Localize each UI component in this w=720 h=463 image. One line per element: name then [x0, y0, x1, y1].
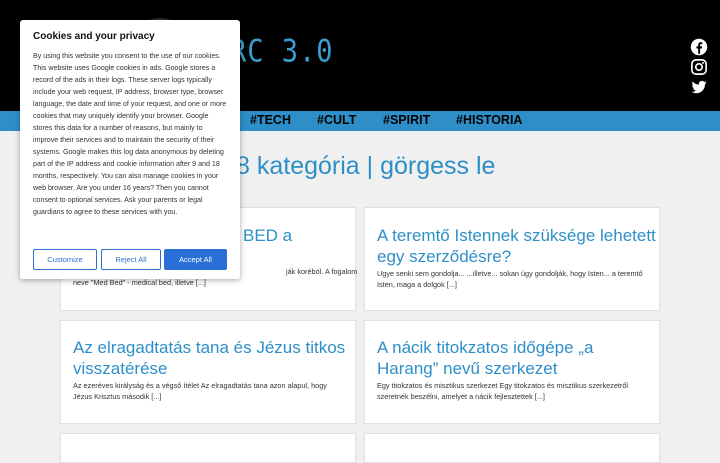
- post-excerpt: Ugye senki sem gondolja... ...illetve...…: [377, 269, 643, 289]
- post-excerpt: ják koréból. A fogalom: [286, 267, 358, 276]
- cookie-title: Cookies and your privacy: [33, 31, 155, 42]
- post-card[interactable]: A teremtő Istennek szüksége lehetett egy…: [364, 207, 660, 311]
- post-title[interactable]: Az elragadtatás tana és Jézus titkos vis…: [73, 337, 355, 379]
- post-card[interactable]: A nácik titokzatos időgépe „a Harang” ne…: [364, 320, 660, 424]
- post-title[interactable]: A nácik titokzatos időgépe „a Harang” ne…: [377, 337, 659, 379]
- post-card[interactable]: [60, 433, 356, 463]
- page-heading: 8 kategória | görgess le: [236, 152, 496, 180]
- cookie-consent-dialog: Cookies and your privacy By using this w…: [20, 20, 240, 279]
- twitter-icon[interactable]: [690, 78, 708, 96]
- post-excerpt: Az ezeréves királyság és a végső ítélet …: [73, 381, 327, 401]
- post-excerpt: Egy titokzatos és misztikus szerkezet Eg…: [377, 381, 629, 401]
- nav-item-spirit[interactable]: #SPIRIT: [383, 113, 430, 127]
- post-title[interactable]: BED a: [243, 225, 292, 246]
- cookie-description: By using this website you consent to the…: [33, 52, 227, 216]
- reject-all-button[interactable]: Reject All: [101, 249, 161, 270]
- site-logo[interactable]: RC 3.0: [230, 34, 334, 70]
- nav-item-cult[interactable]: #CULT: [317, 113, 356, 127]
- post-card[interactable]: Az elragadtatás tana és Jézus titkos vis…: [60, 320, 356, 424]
- nav-item-historia[interactable]: #HISTORIA: [456, 113, 522, 127]
- post-title[interactable]: A teremtő Istennek szüksége lehetett egy…: [377, 225, 659, 267]
- post-card[interactable]: [364, 433, 660, 463]
- instagram-icon[interactable]: [690, 58, 708, 76]
- nav-item-tech[interactable]: #TECH: [250, 113, 291, 127]
- customize-button[interactable]: Customize: [33, 249, 97, 270]
- facebook-icon[interactable]: [690, 38, 708, 56]
- accept-all-button[interactable]: Accept All: [164, 249, 227, 270]
